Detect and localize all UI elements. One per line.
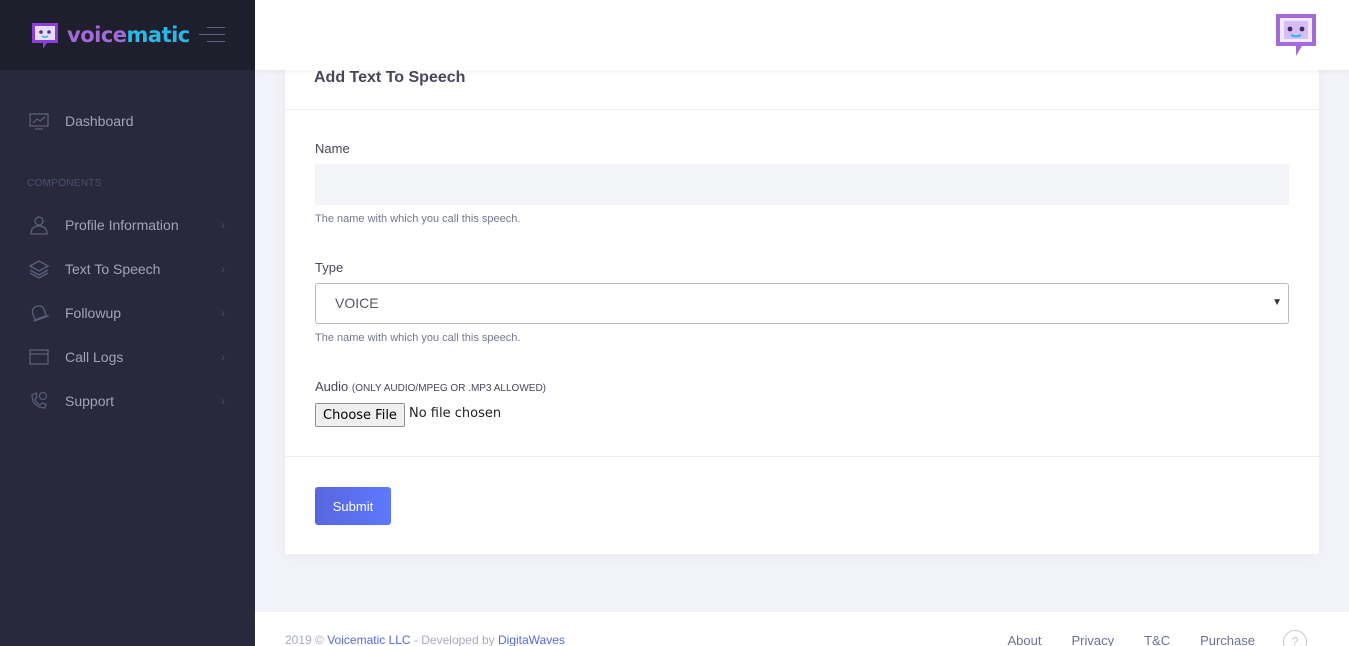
sidebar-toggle-button[interactable] (199, 27, 225, 43)
sidebar-item-profile-information[interactable]: Profile Information › (0, 205, 255, 245)
type-select[interactable]: VOICE ▼ (315, 283, 1289, 324)
audio-format-note: (ONLY AUDIO/MPEG OR .MP3 ALLOWED) (351, 383, 546, 394)
name-input[interactable] (315, 164, 1289, 205)
chevron-right-icon: › (221, 350, 225, 364)
type-label: Type (315, 260, 344, 275)
footer-link-privacy[interactable]: Privacy (1071, 633, 1114, 646)
sidebar-item-label: Support (65, 393, 115, 409)
card-title: Add Text To Speech (314, 69, 466, 86)
top-header (255, 0, 1349, 70)
sidebar: voicematic Dashboard COMPONENTS Profile … (0, 0, 255, 646)
monitor-icon (29, 113, 49, 130)
user-icon (30, 216, 48, 235)
brand-name[interactable]: voicematic (67, 23, 190, 47)
file-status: No file chosen (409, 406, 502, 421)
sidebar-item-label: Dashboard (65, 113, 134, 129)
brand: voicematic (0, 0, 255, 70)
section-title: COMPONENTS (27, 178, 102, 189)
developer-link[interactable]: DigitaWaves (498, 633, 565, 646)
chevron-right-icon: › (221, 218, 225, 232)
audio-label: Audio (ONLY AUDIO/MPEG OR .MP3 ALLOWED) (315, 379, 546, 394)
name-hint: The name with which you call this speech… (315, 213, 521, 225)
add-text-to-speech-card: Add Text To Speech Name The name with wh… (285, 55, 1319, 554)
name-label: Name (315, 141, 350, 156)
footer-link-purchase[interactable]: Purchase (1200, 633, 1255, 646)
caret-down-icon: ▼ (1272, 297, 1282, 308)
chevron-right-icon: › (221, 394, 225, 408)
footer-link-about[interactable]: About (1007, 633, 1041, 646)
sidebar-item-label: Followup (65, 305, 122, 321)
submit-button[interactable]: Submit (315, 487, 391, 525)
bell-icon (31, 305, 49, 322)
sidebar-item-support[interactable]: Support › (0, 381, 255, 421)
footer-link-tandc[interactable]: T&C (1144, 633, 1170, 646)
sidebar-item-followup[interactable]: Followup › (0, 293, 255, 333)
sidebar-item-label: Call Logs (65, 349, 124, 365)
user-avatar-icon[interactable] (1274, 12, 1318, 58)
sidebar-item-label: Profile Information (65, 217, 179, 233)
footer-copyright: 2019 © Voicematic LLC - Developed by Dig… (285, 633, 565, 646)
phone-icon (31, 391, 48, 409)
sidebar-item-dashboard[interactable]: Dashboard (0, 101, 255, 141)
layers-icon (29, 260, 49, 279)
voicematic-logo-icon[interactable] (29, 19, 61, 51)
type-select-value: VOICE (335, 295, 379, 311)
divider (285, 456, 1319, 457)
footer-links: About Privacy T&C Purchase (977, 633, 1255, 646)
chevron-right-icon: › (221, 262, 225, 276)
choose-file-button[interactable]: Choose File (315, 403, 405, 427)
sidebar-item-label: Text To Speech (65, 261, 161, 277)
sidebar-item-text-to-speech[interactable]: Text To Speech › (0, 249, 255, 289)
window-icon (29, 349, 49, 365)
footer: 2019 © Voicematic LLC - Developed by Dig… (255, 612, 1349, 646)
sidebar-item-call-logs[interactable]: Call Logs › (0, 337, 255, 377)
company-link[interactable]: Voicematic LLC (327, 633, 410, 646)
chevron-right-icon: › (221, 306, 225, 320)
help-icon[interactable]: ? (1283, 630, 1307, 646)
type-hint: The name with which you call this speech… (315, 332, 521, 344)
